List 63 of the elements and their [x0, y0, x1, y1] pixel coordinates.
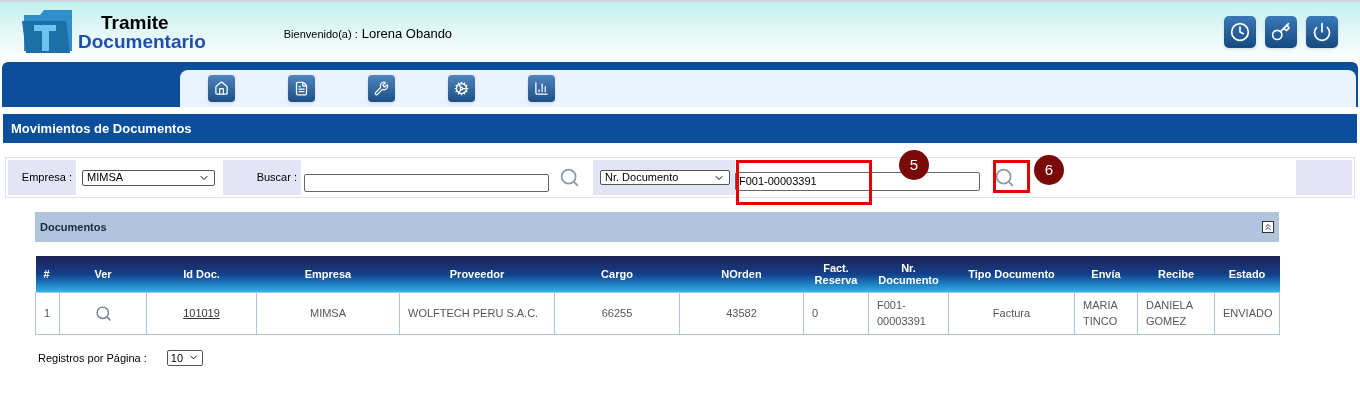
page-size-label: Registros por Página : [38, 350, 147, 366]
field-select[interactable]: Nr. Documento [600, 170, 730, 185]
key-button[interactable] [1265, 16, 1297, 48]
column-header: Fact. Reserva [814, 261, 858, 286]
document-icon [294, 81, 309, 96]
table-cell: 0 [812, 306, 819, 319]
column-header: Recibe [1157, 267, 1195, 280]
table-cell: 43582 [726, 306, 757, 319]
power-button[interactable] [1306, 16, 1338, 48]
table-cell: MARIA TINCO [1083, 298, 1118, 327]
user-name: Lorena Obando [361, 25, 453, 44]
document-link[interactable]: 101019 [183, 306, 220, 319]
app-title: Tramite [101, 13, 170, 32]
page-size-select[interactable]: 10 [166, 349, 203, 366]
column-header: Estado [1228, 267, 1266, 280]
chart-button[interactable] [528, 75, 555, 102]
table-cell: 1 [44, 306, 51, 319]
table-cell: F001-00003391 [877, 298, 926, 327]
empresa-select[interactable]: MIMSA [82, 169, 215, 186]
table-cell: DANIELA GOMEZ [1146, 298, 1193, 327]
page-title: Movimientos de Documentos [11, 119, 192, 138]
collapse-icon[interactable] [1262, 221, 1274, 233]
chart-icon [534, 81, 549, 96]
column-header: Id Doc. [183, 267, 220, 280]
column-header: Ver [94, 267, 112, 280]
column-header: Empresa [304, 267, 352, 280]
search-field[interactable] [304, 173, 549, 192]
table-cell: WOLFTECH PERU S.A.C. [408, 306, 539, 319]
buscar-label: Buscar : [256, 170, 297, 186]
wrench-icon [374, 81, 389, 96]
panel-title: Documentos [40, 219, 107, 235]
settings-button[interactable] [448, 75, 475, 102]
home-icon [214, 81, 229, 96]
welcome-label: Bienvenido(a) : [283, 26, 358, 42]
column-header: NOrden [721, 267, 762, 280]
empresa-label: Empresa : [21, 170, 72, 186]
key-icon [1271, 22, 1291, 42]
gear-icon [454, 81, 469, 96]
column-header: Nr. Documento [878, 261, 939, 286]
column-header: Envía [1091, 267, 1121, 280]
search-icon[interactable] [994, 167, 1015, 188]
label-background [1296, 160, 1352, 195]
step-number-badge: 6 [1034, 155, 1064, 185]
magnifier-icon[interactable] [94, 304, 112, 322]
power-icon [1312, 22, 1332, 42]
column-header: # [43, 267, 50, 280]
table-cell: Factura [992, 306, 1031, 319]
document-button[interactable] [288, 75, 315, 102]
table-cell: 66255 [601, 306, 633, 319]
document-number-field[interactable]: F001-00003391 [735, 172, 980, 191]
step-number-badge: 5 [899, 150, 929, 180]
column-header: Proveedor [449, 267, 505, 280]
table-cell: MIMSA [309, 306, 347, 319]
history-button[interactable] [1224, 16, 1256, 48]
table-cell: ENVIADO [1223, 306, 1273, 319]
highlight-frame [993, 160, 1030, 193]
column-header: Cargo [601, 267, 633, 280]
home-button[interactable] [208, 75, 235, 102]
app-title: Documentario [78, 32, 206, 51]
clock-icon [1230, 22, 1250, 42]
column-header: Tipo Documento [968, 267, 1055, 280]
search-icon[interactable] [559, 167, 580, 188]
tools-button[interactable] [368, 75, 395, 102]
